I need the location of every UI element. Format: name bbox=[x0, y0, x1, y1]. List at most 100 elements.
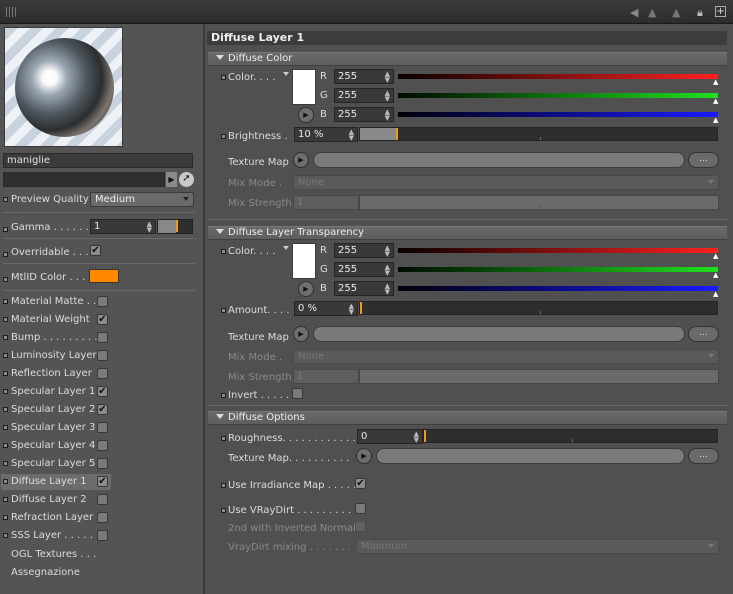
spinner-icon[interactable]: ▲ ▼ bbox=[385, 109, 390, 122]
irradiance-dot[interactable] bbox=[221, 483, 226, 488]
dirt-mixing-select[interactable]: Minimum bbox=[356, 539, 719, 554]
mix-strength-input[interactable]: 1 bbox=[293, 195, 359, 210]
b-gradient-slider[interactable] bbox=[398, 112, 718, 117]
gamma-dot[interactable] bbox=[3, 227, 8, 232]
material-name-field[interactable]: maniglie bbox=[3, 153, 193, 168]
preview-quality-select[interactable]: Medium bbox=[90, 192, 194, 207]
color-menu-arrow-icon[interactable] bbox=[283, 72, 289, 76]
spinner-icon[interactable]: ▲ ▼ bbox=[349, 303, 354, 316]
texture-play-icon[interactable]: ▶ bbox=[293, 152, 309, 168]
section-diffuse-color[interactable]: Diffuse Color bbox=[208, 52, 727, 66]
layer-checkbox[interactable]: ✔ bbox=[97, 404, 108, 415]
layer-item-label[interactable]: Luminosity Layer bbox=[11, 349, 97, 362]
layer-item-label[interactable]: Refraction Layer bbox=[11, 511, 93, 524]
roughness-slider[interactable] bbox=[423, 429, 718, 443]
slider-marker-icon[interactable]: ▲ bbox=[713, 271, 718, 279]
mix-strength-slider[interactable] bbox=[359, 369, 719, 384]
preview-quality-dot[interactable] bbox=[3, 197, 8, 202]
layer-item-label[interactable]: SSS Layer . . . . . bbox=[11, 529, 93, 542]
layer-item-label[interactable]: Reflection Layer bbox=[11, 367, 92, 380]
slider-marker-icon[interactable]: ▲ bbox=[713, 116, 718, 124]
arrow-up-icon[interactable]: ▲ bbox=[648, 6, 656, 19]
amount-input[interactable]: 0 % ▲ ▼ bbox=[294, 301, 358, 316]
texture-map-slot[interactable] bbox=[376, 448, 685, 464]
mix-strength-slider[interactable] bbox=[359, 195, 719, 210]
layer-dot[interactable] bbox=[3, 353, 8, 358]
texture-map-slot[interactable] bbox=[313, 326, 685, 342]
texture-map-slot[interactable] bbox=[313, 152, 685, 168]
layer-dot[interactable] bbox=[3, 497, 8, 502]
layer-checkbox[interactable] bbox=[97, 296, 108, 307]
texture-browse-button[interactable]: ... bbox=[688, 448, 719, 464]
r-gradient-slider[interactable] bbox=[398, 248, 718, 253]
spinner-icon[interactable]: ▲ ▼ bbox=[385, 283, 390, 296]
mix-mode-select[interactable]: None bbox=[293, 175, 719, 190]
r-input[interactable]: 255 ▲ ▼ bbox=[334, 243, 394, 258]
layer-item-label[interactable]: Diffuse Layer 2 bbox=[11, 493, 87, 506]
color-dot[interactable] bbox=[221, 249, 226, 254]
inverted-normals-checkbox[interactable] bbox=[355, 521, 366, 532]
mtlid-color-swatch[interactable] bbox=[89, 269, 119, 283]
slider-marker-icon[interactable]: ▲ bbox=[713, 252, 718, 260]
amount-slider-handle[interactable] bbox=[360, 302, 362, 314]
layer-item-label[interactable]: Bump . . . . . . . . . bbox=[11, 331, 98, 344]
play-arrow-icon[interactable]: ▶ bbox=[166, 172, 177, 187]
lock-icon[interactable]: 🔒︎ bbox=[697, 6, 703, 19]
diffuse-color-swatch[interactable] bbox=[292, 69, 316, 105]
layer-checkbox[interactable]: ✔ bbox=[97, 314, 108, 325]
layer-dot[interactable] bbox=[3, 371, 8, 376]
g-input[interactable]: 255 ▲ ▼ bbox=[334, 262, 394, 277]
layer-checkbox[interactable] bbox=[97, 458, 108, 469]
play-button-icon[interactable]: ▶ bbox=[298, 107, 314, 123]
spinner-icon[interactable]: ▲ ▼ bbox=[385, 245, 390, 258]
play-button-icon[interactable]: ▶ bbox=[298, 281, 314, 297]
texture-browse-button[interactable]: ... bbox=[688, 152, 719, 168]
section-diffuse-options[interactable]: Diffuse Options bbox=[208, 411, 727, 425]
texture-play-icon[interactable]: ▶ bbox=[293, 326, 309, 342]
brightness-slider[interactable] bbox=[359, 127, 718, 141]
vraydirt-checkbox[interactable] bbox=[355, 503, 366, 514]
transparency-color-swatch[interactable] bbox=[292, 243, 316, 279]
pick-cursor-icon[interactable]: ➚ bbox=[179, 172, 194, 187]
layer-checkbox[interactable]: ✔ bbox=[97, 476, 108, 487]
layer-checkbox[interactable] bbox=[97, 422, 108, 433]
spinner-icon[interactable]: ▲ ▼ bbox=[385, 264, 390, 277]
roughness-input[interactable]: 0 ▲ ▼ bbox=[357, 429, 423, 444]
invert-dot[interactable] bbox=[221, 393, 226, 398]
layer-dot[interactable] bbox=[3, 299, 8, 304]
gamma-slider-handle[interactable] bbox=[176, 220, 178, 232]
layer-dot[interactable] bbox=[3, 479, 8, 484]
g-gradient-slider[interactable] bbox=[398, 93, 718, 98]
layer-dot[interactable] bbox=[3, 407, 8, 412]
grip-icon[interactable] bbox=[6, 7, 18, 17]
brightness-input[interactable]: 10 % ▲ ▼ bbox=[294, 127, 358, 142]
mix-strength-input[interactable]: 1 bbox=[293, 369, 359, 384]
layer-item-label[interactable]: Specular Layer 4 bbox=[11, 439, 95, 452]
layer-dot[interactable] bbox=[3, 461, 8, 466]
b-gradient-slider[interactable] bbox=[398, 286, 718, 291]
layer-checkbox[interactable] bbox=[97, 332, 108, 343]
irradiance-checkbox[interactable]: ✔ bbox=[355, 478, 366, 489]
overridable-checkbox[interactable]: ✔ bbox=[90, 245, 101, 256]
layer-checkbox[interactable] bbox=[97, 494, 108, 505]
slider-marker-icon[interactable]: ▲ bbox=[713, 290, 718, 298]
b-input[interactable]: 255 ▲ ▼ bbox=[334, 107, 394, 122]
gamma-slider[interactable] bbox=[157, 219, 193, 234]
slider-marker-icon[interactable]: ▲ bbox=[713, 78, 718, 86]
arrow-left-icon[interactable]: ◀ bbox=[630, 6, 638, 19]
color-dot[interactable] bbox=[221, 75, 226, 80]
layer-checkbox[interactable] bbox=[97, 512, 108, 523]
layer-dot[interactable] bbox=[3, 317, 8, 322]
gamma-input[interactable]: 1 ▲ ▼ bbox=[90, 219, 156, 234]
g-gradient-slider[interactable] bbox=[398, 267, 718, 272]
layer-item-label[interactable]: Specular Layer 3 bbox=[11, 421, 95, 434]
color-menu-arrow-icon[interactable] bbox=[283, 246, 289, 250]
layer-item-label[interactable]: Material Matte . . bbox=[11, 295, 96, 308]
roughness-slider-handle[interactable] bbox=[424, 430, 426, 442]
spinner-icon[interactable]: ▲ ▼ bbox=[385, 71, 390, 84]
r-gradient-slider[interactable] bbox=[398, 74, 718, 79]
layer-item-label[interactable]: Diffuse Layer 1 bbox=[11, 475, 87, 488]
r-input[interactable]: 255 ▲ ▼ bbox=[334, 69, 394, 84]
overridable-dot[interactable] bbox=[3, 252, 8, 257]
ogl-textures-item[interactable]: OGL Textures . . . bbox=[11, 548, 96, 561]
